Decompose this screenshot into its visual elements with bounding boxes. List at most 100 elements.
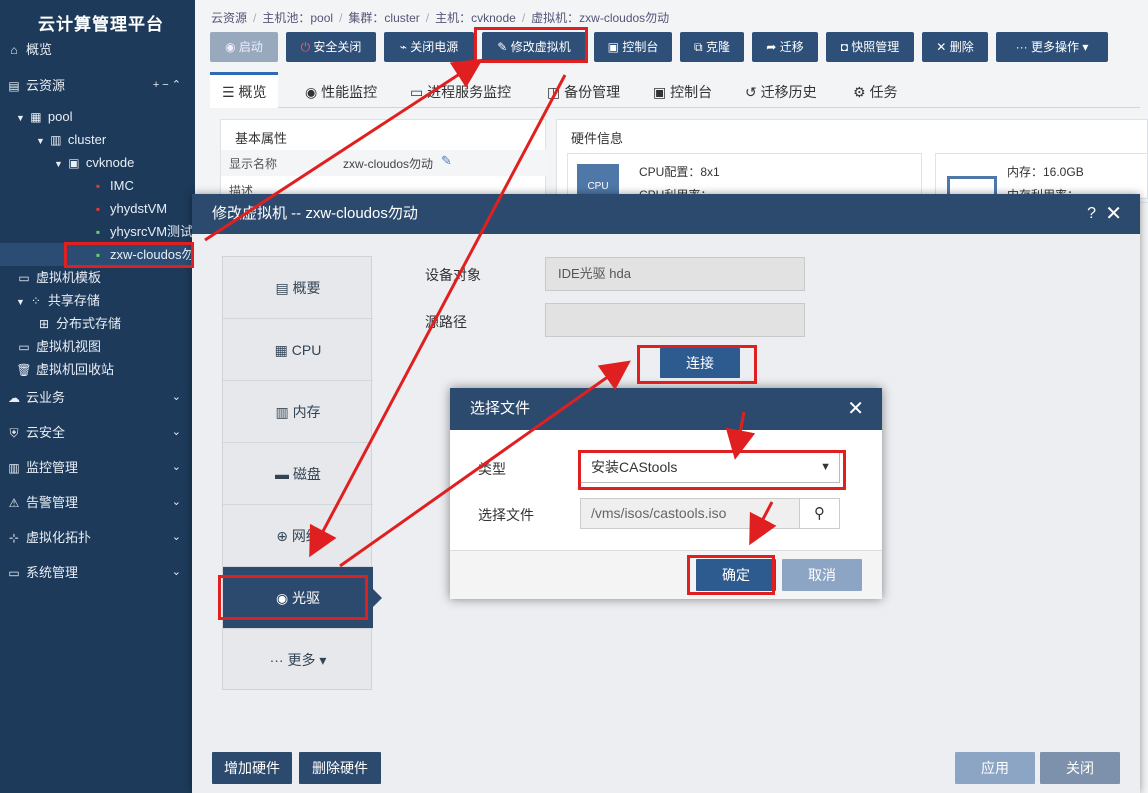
sidebar-item-7[interactable]: ▪ yhysrcVM测试 (0, 220, 195, 243)
tab-backup[interactable]: ◫ 备份管理 (547, 72, 620, 108)
sidebar-item-label: 云业务 (26, 390, 66, 405)
home-icon: ⌂ (10, 43, 18, 57)
sidebar-item-10[interactable]: ▼ ⁘ 共享存储 (0, 289, 195, 312)
sidebar-item-0[interactable]: ⌂ 概览 (0, 38, 195, 61)
sidebar-item-4[interactable]: ▼ ▣ cvknode (0, 151, 195, 174)
sidebar-item-label: yhysrcVM测试 (110, 224, 194, 239)
breadcrumb: 云资源 / 主机池：pool / 集群：cluster / 主机：cvknode / 虚拟机：z… (211, 9, 675, 26)
remove-hardware-button[interactable]: 删除硬件 (299, 752, 381, 784)
sidebar-item-11[interactable]: ⊞ 分布式存储 (0, 312, 195, 335)
sidebar-item-label: 云资源 (26, 78, 66, 93)
hardware-nav: ▤ 概要 ▦ CPU ▥ 内存 ▬ 磁盘 ⊕ 网络 ◉ 光驱 ··· 更多 ▾ (222, 256, 382, 691)
sidebar-item-6[interactable]: ▪ yhydstVM (0, 197, 195, 220)
sidebar-item-17[interactable]: ⚠ 告警管理 ⌄ (0, 491, 195, 514)
sidebar-item-16[interactable]: ▥ 监控管理 ⌄ (0, 456, 195, 479)
close-button[interactable]: 关闭 (1040, 752, 1120, 784)
vm-green-icon: ▪ (95, 225, 101, 239)
breadcrumb-item[interactable]: 云资源 (211, 11, 247, 25)
trash-icon: 🗑 (16, 363, 32, 377)
safe-shutdown-button[interactable]: ⏻ 安全关闭 (286, 32, 376, 62)
more-actions-button[interactable]: ··· 更多操作 ▾ (996, 32, 1108, 62)
close-icon[interactable]: ✕ (1105, 194, 1122, 234)
sidebar-item-label: cvknode (85, 155, 135, 170)
nav-disk[interactable]: ▬ 磁盘 (223, 443, 373, 505)
hardware-panel: 硬件信息 CPU CPU配置：8x1 CPU利用率： 内存：16.0GB 内存利… (556, 119, 1148, 203)
cpu-chip-icon: CPU (577, 164, 619, 194)
nav-cpu[interactable]: ▦ CPU (223, 319, 373, 381)
dialog-close-icon[interactable]: ✕ (847, 388, 864, 430)
clone-button[interactable]: ⧉ 克隆 (680, 32, 744, 62)
highlight-type-select (578, 450, 846, 490)
sidebar-item-label: yhydstVM (110, 201, 168, 216)
chevron-down-icon[interactable]: ⌄ (172, 491, 181, 514)
power-off-button[interactable]: ⌁ 关闭电源 (384, 32, 474, 62)
sidebar-item-3[interactable]: ▼ ▥ cluster (0, 128, 195, 151)
nav-summary[interactable]: ▤ 概要 (223, 257, 373, 319)
edit-pencil-icon[interactable]: ✎ (441, 153, 452, 169)
basic-attributes-panel: 基本属性 显示名称 zxw-cloudos勿动 ✎ 描述 (220, 119, 547, 199)
migrate-button[interactable]: ➦ 迁移 (752, 32, 818, 62)
add-hardware-button[interactable]: 增加硬件 (212, 752, 292, 784)
tab-bar: ☰ 概览 ◉ 性能监控 ▭ 进程服务监控 ◫ 备份管理 ▣ 控制台 ↺ 迁移历史… (210, 72, 1140, 108)
tab-migration-history[interactable]: ↺ 迁移历史 (745, 72, 817, 108)
pool-icon: ▦ (30, 110, 42, 124)
tab-process-monitor[interactable]: ▭ 进程服务监控 (410, 72, 511, 108)
tab-performance[interactable]: ◉ 性能监控 (305, 72, 377, 108)
sidebar-item-18[interactable]: ⊹ 虚拟化拓扑 ⌄ (0, 526, 195, 549)
highlight-modify-vm (474, 27, 588, 63)
sidebar-item-19[interactable]: ▭ 系统管理 ⌄ (0, 561, 195, 584)
modal-header: 修改虚拟机 -- zxw-cloudos勿动 ? ✕ (192, 194, 1140, 234)
sidebar-actions[interactable]: + − ⌃ (153, 74, 181, 97)
nav-network[interactable]: ⊕ 网络 (223, 505, 373, 567)
sidebar-item-14[interactable]: ☁ 云业务 ⌄ (0, 386, 195, 409)
source-path-field[interactable] (545, 303, 805, 337)
chevron-down-icon[interactable]: ⌄ (172, 456, 181, 479)
tab-tasks[interactable]: ⚙ 任务 (853, 72, 897, 108)
sidebar-item-label: 系统管理 (26, 565, 79, 580)
sidebar-item-12[interactable]: ▭ 虚拟机视图 (0, 335, 195, 358)
highlight-ok (687, 555, 775, 595)
sidebar-item-label: 共享存储 (47, 293, 100, 308)
dialog-title: 选择文件 (470, 400, 531, 417)
breadcrumb-item[interactable]: 虚拟机：zxw-cloudos勿动 (531, 11, 669, 25)
snapshot-button[interactable]: ◘ 快照管理 (826, 32, 914, 62)
nav-memory[interactable]: ▥ 内存 (223, 381, 373, 443)
chevron-down-icon[interactable]: ⌄ (172, 386, 181, 409)
tab-console[interactable]: ▣ 控制台 (653, 72, 712, 108)
sidebar-item-9[interactable]: ▭ 虚拟机模板 (0, 266, 195, 289)
breadcrumb-item[interactable]: 集群：cluster (348, 11, 419, 25)
cloud-icon: ☁ (8, 391, 20, 405)
chevron-down-icon[interactable]: ⌄ (172, 421, 181, 444)
sidebar-item-label: 分布式存储 (56, 316, 122, 331)
sidebar-item-label: 监控管理 (26, 460, 79, 475)
dialog-header: 选择文件 ✕ (450, 388, 882, 430)
sidebar-item-13[interactable]: 🗑 虚拟机回收站 (0, 358, 195, 381)
vm-red-icon: ▪ (95, 179, 101, 193)
search-icon[interactable]: ⚲ (799, 498, 840, 529)
cancel-button[interactable]: 取消 (782, 559, 862, 591)
help-icon[interactable]: ? (1087, 194, 1096, 234)
console-button[interactable]: ▣ 控制台 (594, 32, 672, 62)
device-label: 设备对象 (425, 267, 481, 283)
highlight-connect (637, 345, 757, 384)
host-icon: ▣ (68, 156, 80, 170)
sidebar-item-5[interactable]: ▪ IMC (0, 174, 195, 197)
highlight-cdrom-nav (218, 575, 368, 620)
start-button[interactable]: ◉ 启动 (210, 32, 278, 62)
delete-button[interactable]: ✕ 删除 (922, 32, 988, 62)
nav-more[interactable]: ··· 更多 ▾ (223, 629, 373, 691)
sidebar-item-1[interactable]: ▤ 云资源 + − ⌃ (0, 74, 195, 97)
chevron-down-icon[interactable]: ⌄ (172, 526, 181, 549)
monitor-icon: ▥ (8, 461, 20, 475)
shield-icon: ⛨ (9, 426, 19, 440)
chevron-down-icon[interactable]: ⌄ (172, 561, 181, 584)
file-path-input[interactable]: /vms/isos/castools.iso (580, 498, 800, 529)
sidebar-item-2[interactable]: ▼ ▦ pool (0, 105, 195, 128)
sidebar-item-label: 云安全 (26, 425, 66, 440)
breadcrumb-item[interactable]: 主机池：pool (262, 11, 333, 25)
sidebar-item-15[interactable]: ⛨ 云安全 ⌄ (0, 421, 195, 444)
apply-button[interactable]: 应用 (955, 752, 1035, 784)
breadcrumb-item[interactable]: 主机：cvknode (435, 11, 516, 25)
tab-overview[interactable]: ☰ 概览 (210, 72, 279, 108)
sidebar-item-label: cluster (67, 132, 107, 147)
